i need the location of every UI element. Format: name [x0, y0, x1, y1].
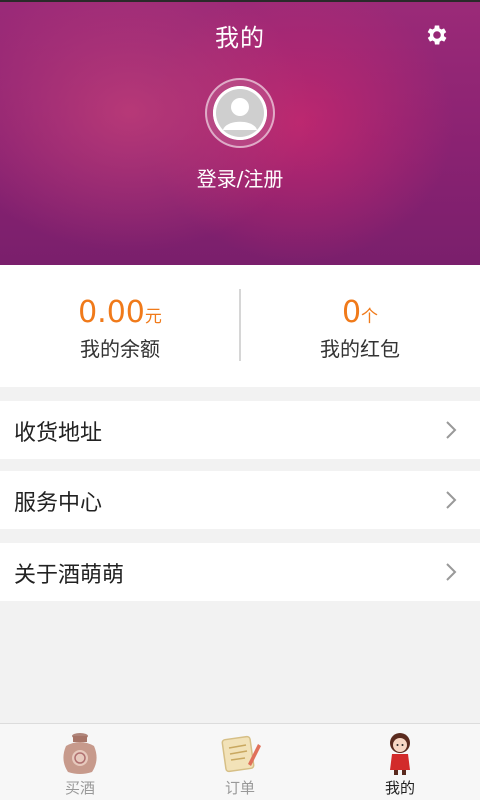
menu-item-service-center[interactable]: 服务中心 [0, 471, 480, 529]
red-packet-unit: 个 [361, 307, 379, 327]
profile-header: 我的 登录/注册 [0, 0, 480, 265]
menu-item-label: 收货地址 [14, 421, 103, 446]
login-register-link[interactable]: 登录/注册 [0, 163, 480, 192]
gear-icon[interactable] [424, 22, 450, 48]
stats-panel: 0.00元 我的余额 0个 我的红包 [0, 265, 480, 387]
menu-item-label: 关于酒萌萌 [14, 563, 125, 588]
avatar[interactable] [205, 78, 275, 148]
bottom-tab-bar: 买酒 订单 我的 [0, 723, 480, 800]
menu-item-address[interactable]: 收货地址 [0, 401, 480, 459]
tab-label: 订单 [224, 779, 255, 797]
chevron-right-icon [444, 562, 458, 582]
tab-label: 我的 [384, 779, 415, 797]
chevron-right-icon [444, 420, 458, 440]
red-packet-value: 0 [341, 295, 362, 330]
default-avatar-icon [213, 86, 267, 140]
tab-label: 买酒 [64, 779, 95, 797]
tab-mine[interactable]: 我的 [320, 724, 480, 800]
menu-item-label: 服务中心 [14, 491, 103, 516]
chevron-right-icon [444, 490, 458, 510]
tab-orders[interactable]: 订单 [160, 724, 320, 800]
mascot-girl-icon [378, 730, 422, 776]
red-packet-stat[interactable]: 0个 我的红包 [240, 295, 480, 362]
balance-label: 我的余额 [80, 337, 160, 361]
wine-jar-icon [58, 730, 102, 776]
tab-buy-wine[interactable]: 买酒 [0, 724, 160, 800]
order-scroll-icon [218, 730, 262, 776]
red-packet-label: 我的红包 [320, 337, 400, 361]
balance-stat[interactable]: 0.00元 我的余额 [0, 295, 240, 362]
menu-item-about[interactable]: 关于酒萌萌 [0, 543, 480, 601]
balance-unit: 元 [144, 307, 162, 327]
page-title: 我的 [215, 24, 265, 52]
balance-value: 0.00 [78, 295, 145, 330]
